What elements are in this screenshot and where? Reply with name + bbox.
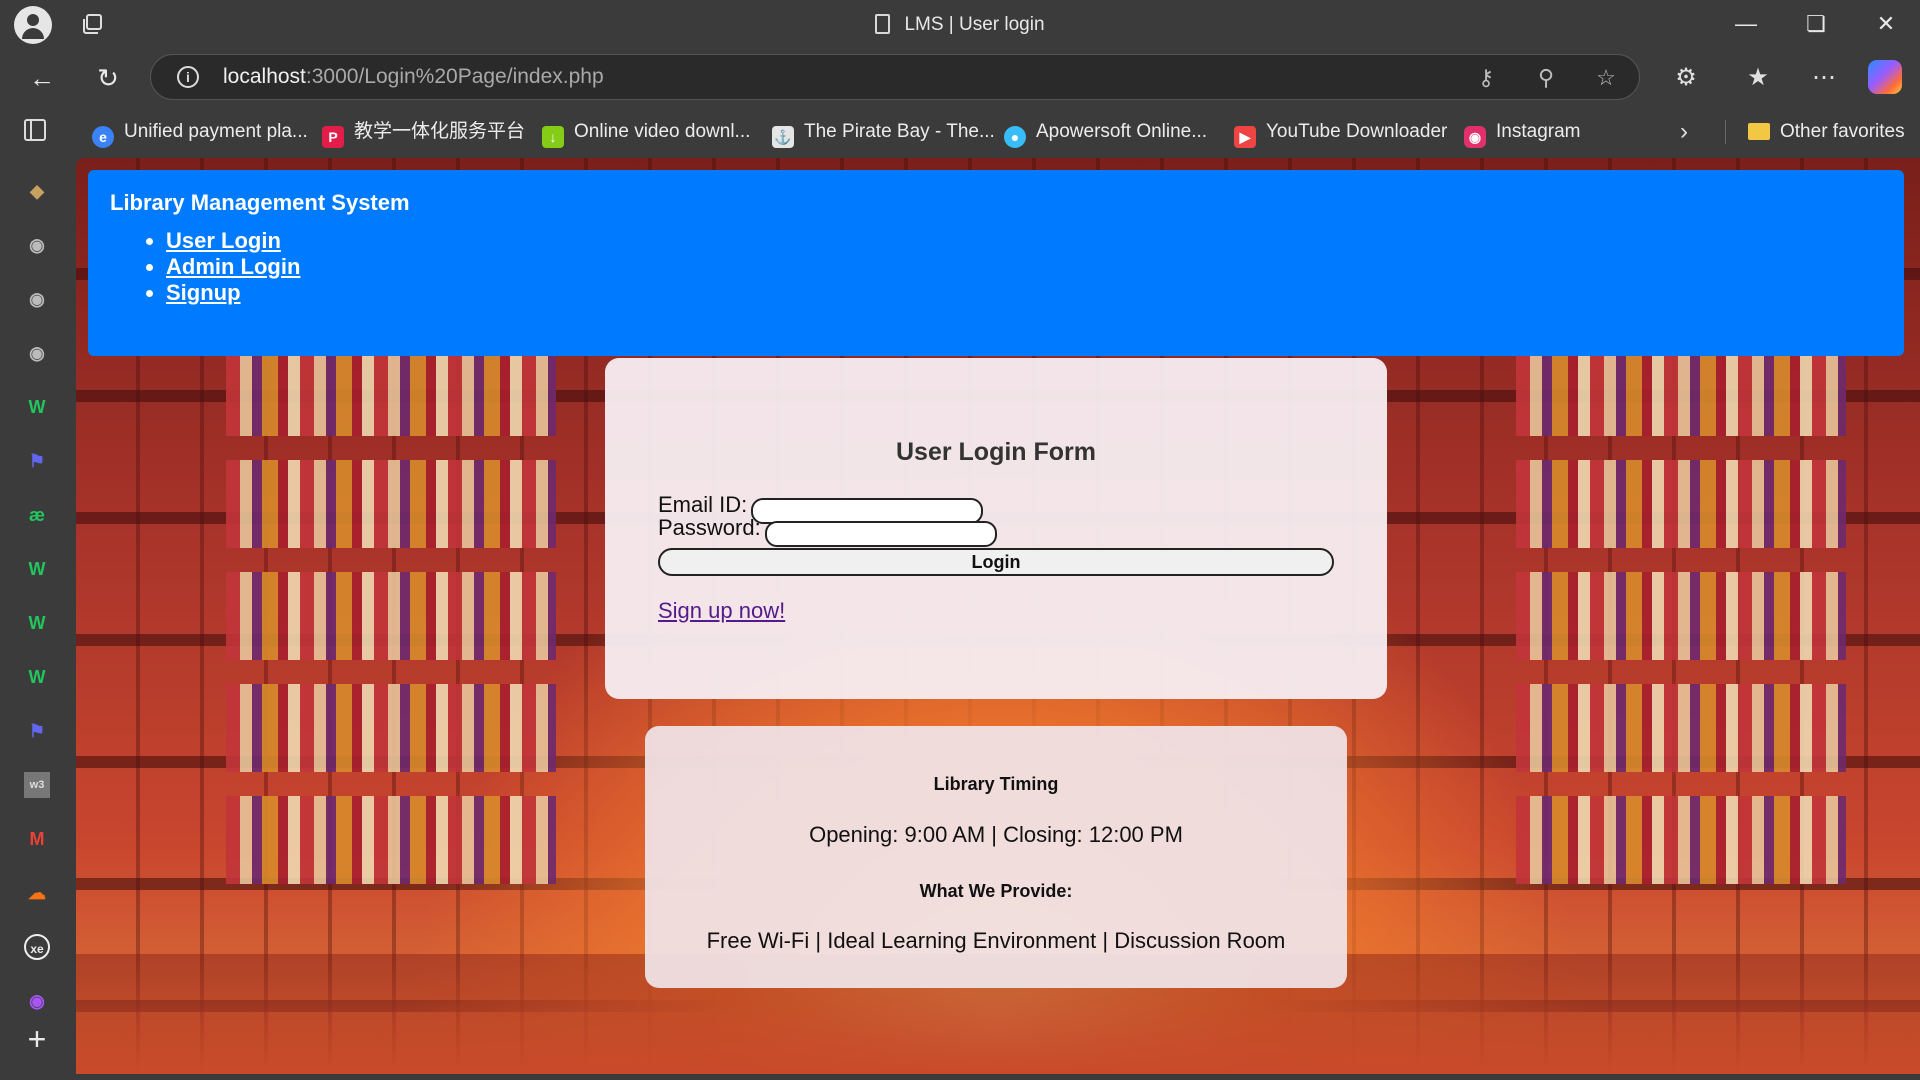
flag-site-icon[interactable]: ⚑ (24, 718, 50, 744)
payment-icon: e (92, 126, 114, 148)
w3schools-icon[interactable]: w3 (24, 772, 50, 798)
library-timing-text: Opening: 9:00 AM | Closing: 12:00 PM (809, 822, 1183, 847)
sign-up-now-link[interactable]: Sign up now! (658, 598, 785, 624)
bookmark-label: Online video downl... (574, 121, 751, 142)
url-path: :3000/Login%20Page/index.php (305, 65, 604, 88)
bag-site-icon[interactable]: ◉ (24, 988, 50, 1014)
w-site-icon[interactable]: W (24, 610, 50, 636)
other-favorites-label: Other favorites (1780, 121, 1905, 142)
w-site-icon[interactable]: W (24, 664, 50, 690)
bookmark-teaching-platform[interactable]: P 教学一体化服务平台 (322, 106, 525, 158)
w-site-icon[interactable]: W (24, 556, 50, 582)
github-icon[interactable]: ◉ (24, 286, 50, 312)
flag-site-icon[interactable]: ⚑ (24, 448, 50, 474)
sidebar-app-icon[interactable]: ◆ (24, 178, 50, 204)
site-title: Library Management System (110, 190, 410, 215)
bookmark-label: Apowersoft Online... (1036, 121, 1208, 142)
library-timing-heading: Library Timing (933, 774, 1059, 794)
github-icon[interactable]: ◉ (24, 340, 50, 366)
site-nav: User Login Admin Login Signup (138, 228, 300, 306)
nav-item-user-login: User Login (166, 228, 300, 254)
page-viewport: Library Management System User Login Adm… (76, 158, 1920, 1074)
bookmark-video-downloader[interactable]: ↓ Online video downl... (542, 106, 750, 158)
url-text[interactable]: localhost:3000/Login%20Page/index.php (223, 55, 604, 101)
bookmarks-divider (1725, 120, 1726, 144)
refresh-icon[interactable]: ↻ (90, 60, 126, 96)
admin-login-link[interactable]: Admin Login (166, 254, 300, 279)
site-header: Library Management System User Login Adm… (88, 170, 1904, 356)
address-bar[interactable]: i localhost:3000/Login%20Page/index.php … (150, 54, 1640, 100)
library-info-card: Library Timing Opening: 9:00 AM | Closin… (645, 726, 1347, 988)
p-logo-icon: P (322, 126, 344, 148)
signup-link[interactable]: Signup (166, 280, 241, 305)
navigation-bar: ← ↻ i localhost:3000/Login%20Page/index.… (0, 50, 1920, 106)
add-sidebar-app-icon[interactable]: + (22, 1023, 52, 1055)
ae-site-icon[interactable]: æ (24, 502, 50, 528)
user-login-link[interactable]: User Login (166, 228, 281, 253)
cloud-site-icon[interactable]: ☁ (24, 880, 50, 906)
more-menu-icon[interactable]: ⋯ (1806, 60, 1842, 96)
w-site-icon[interactable]: W (24, 394, 50, 420)
bookmark-instagram[interactable]: ◉ Instagram (1464, 106, 1580, 158)
folder-icon (1748, 123, 1770, 140)
bookmark-label: The Pirate Bay - The... (804, 121, 995, 142)
what-we-provide-text: Free Wi-Fi | Ideal Learning Environment … (706, 928, 1286, 953)
favorite-star-icon[interactable]: ☆ (1591, 63, 1621, 93)
what-we-provide-heading: What We Provide: (919, 881, 1073, 901)
bookmark-pirate-bay[interactable]: ⚓ The Pirate Bay - The... (772, 106, 995, 158)
apowersoft-icon: ● (1004, 126, 1026, 148)
bookmark-label: 教学一体化服务平台 (354, 121, 526, 142)
login-button[interactable]: Login (658, 548, 1334, 576)
bookmark-label: YouTube Downloader (1266, 121, 1448, 142)
password-row: Password: (658, 515, 997, 547)
library-background-shelf-right (1516, 348, 1846, 908)
xe-site-icon[interactable]: xe (24, 934, 50, 960)
login-card: User Login Form Email ID: Password: Logi… (605, 358, 1387, 699)
zoom-icon[interactable]: ⚲ (1531, 63, 1561, 93)
nav-item-admin-login: Admin Login (166, 254, 300, 280)
password-field[interactable] (764, 520, 997, 547)
bookmark-apowersoft[interactable]: ● Apowersoft Online... (1004, 106, 1207, 158)
page-icon (875, 14, 891, 34)
instagram-icon: ◉ (1464, 126, 1486, 148)
window-title-text: LMS | User login (904, 14, 1045, 35)
youtube-icon: ▶ (1234, 126, 1256, 148)
download-arrow-icon: ↓ (542, 126, 564, 148)
pirate-ship-icon: ⚓ (772, 126, 794, 148)
bookmark-unified-payment[interactable]: e Unified payment pla... (92, 106, 308, 158)
email-label: Email ID: (658, 492, 748, 517)
bookmark-youtube-downloader[interactable]: ▶ YouTube Downloader (1234, 106, 1447, 158)
minimize-icon[interactable]: — (1716, 0, 1776, 50)
login-form-title: User Login Form (895, 438, 1096, 466)
browser-sidebar: ◆ ◉ ◉ ◉ W ⚑ æ W W W ⚑ w3 M ☁ xe ◉ + (0, 158, 76, 1080)
extensions-icon[interactable]: ⚙ (1668, 60, 1704, 96)
url-host: localhost (223, 65, 306, 88)
password-key-icon[interactable]: ⚷ (1471, 63, 1501, 93)
library-background-shelf-left (226, 348, 556, 908)
title-bar: LMS | User login — ❏ ✕ (0, 0, 1920, 50)
gmail-icon[interactable]: M (24, 826, 50, 852)
sidebar-toggle-icon[interactable] (24, 119, 46, 141)
copilot-icon[interactable] (1868, 60, 1902, 94)
bookmark-label: Instagram (1496, 121, 1581, 142)
bookmark-label: Unified payment pla... (124, 121, 308, 142)
site-info-icon[interactable]: i (177, 66, 199, 88)
back-arrow-icon[interactable]: ← (24, 60, 60, 96)
favorites-icon[interactable]: ★ (1740, 60, 1776, 96)
restore-icon[interactable]: ❏ (1786, 0, 1846, 50)
window-title: LMS | User login (0, 0, 1920, 50)
more-bookmarks-chevron-icon[interactable]: › (1680, 106, 1688, 158)
github-icon[interactable]: ◉ (24, 232, 50, 258)
close-icon[interactable]: ✕ (1856, 0, 1916, 50)
nav-item-signup: Signup (166, 280, 300, 306)
password-label: Password: (658, 515, 761, 540)
other-favorites-folder[interactable]: Other favorites (1748, 106, 1905, 158)
bookmarks-bar: e Unified payment pla... P 教学一体化服务平台 ↓ Onli… (0, 106, 1920, 158)
